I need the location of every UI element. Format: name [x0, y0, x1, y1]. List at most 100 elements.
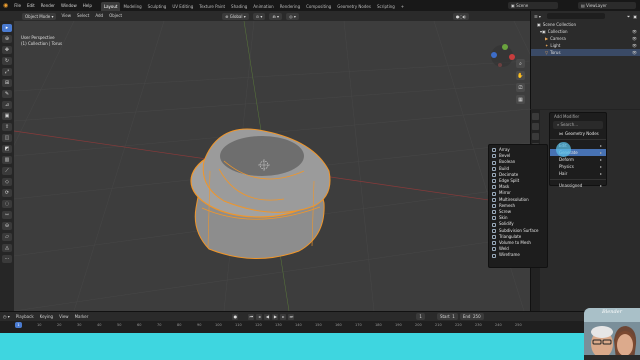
- start-frame-field[interactable]: Start 1: [436, 313, 458, 320]
- new-collection-icon[interactable]: ▣: [633, 14, 637, 19]
- camera-view-icon[interactable]: ⎚: [516, 83, 525, 92]
- timeline-editor-icon[interactable]: ◷ ▾: [3, 314, 10, 319]
- prev-keyframe-icon[interactable]: ◂: [256, 313, 263, 320]
- menu-add[interactable]: Add: [92, 11, 106, 21]
- jump-end-icon[interactable]: ⏭: [288, 313, 295, 320]
- loop-cut-tool-icon[interactable]: ▥: [2, 156, 12, 164]
- knife-tool-icon[interactable]: ⟋: [2, 167, 12, 175]
- tab-geometry-nodes[interactable]: Geometry Nodes: [334, 2, 374, 11]
- add-cube-tool-icon[interactable]: ▣: [2, 112, 12, 120]
- inset-tool-icon[interactable]: ◫: [2, 134, 12, 142]
- tab-animation[interactable]: Animation: [250, 2, 276, 11]
- menu-item-deform[interactable]: Deform ▸: [550, 156, 606, 163]
- visibility-eye-icon[interactable]: 👁: [632, 49, 637, 56]
- play-icon[interactable]: ▶: [272, 313, 279, 320]
- timeline-ruler[interactable]: 1 10 20 30 40 50 60 70 80 90 100 110 120…: [0, 321, 640, 333]
- tool-tab-icon[interactable]: [532, 113, 539, 120]
- 3d-viewport[interactable]: User Perspective (1) Collection | Torus …: [14, 21, 530, 311]
- menu-keying[interactable]: Keying: [37, 312, 56, 322]
- mode-selector[interactable]: Object Mode ▾: [22, 12, 57, 20]
- tab-shading[interactable]: Shading: [228, 2, 250, 11]
- pivot-selector[interactable]: ⊙ ▾: [252, 12, 266, 20]
- next-keyframe-icon[interactable]: ▸: [280, 313, 287, 320]
- outliner-item-camera[interactable]: ▶ Camera 👁: [531, 35, 640, 42]
- zoom-icon[interactable]: ⌕: [516, 59, 525, 68]
- menu-marker[interactable]: Marker: [72, 312, 92, 322]
- tab-layout[interactable]: Layout: [100, 1, 121, 11]
- transform-tool-icon[interactable]: ⊞: [2, 79, 12, 87]
- tab-modeling[interactable]: Modeling: [120, 2, 144, 11]
- jump-start-icon[interactable]: ⏮: [248, 313, 255, 320]
- scale-tool-icon[interactable]: ⤢: [2, 68, 12, 76]
- tab-compositing[interactable]: Compositing: [303, 2, 334, 11]
- menu-window[interactable]: Window: [58, 0, 80, 11]
- menu-edit[interactable]: Edit: [24, 0, 38, 11]
- menu-select[interactable]: Select: [74, 11, 92, 21]
- menu-item-unassigned[interactable]: Unassigned ▸: [550, 182, 606, 189]
- blender-logo-icon[interactable]: ◉: [3, 2, 8, 9]
- outliner-item-torus[interactable]: ▽ Torus 👁: [531, 49, 640, 56]
- shear-tool-icon[interactable]: ▱: [2, 233, 12, 241]
- transform-orientation[interactable]: ⊕ Global ▾: [222, 12, 249, 20]
- shrink-tool-icon[interactable]: ⊖: [2, 222, 12, 230]
- extrude-tool-icon[interactable]: ⇧: [2, 123, 12, 131]
- measure-tool-icon[interactable]: ⊿: [2, 101, 12, 109]
- select-box-tool-icon[interactable]: ▸: [2, 24, 12, 32]
- tab-uv-editing[interactable]: UV Editing: [169, 2, 196, 11]
- visibility-eye-icon[interactable]: 👁: [632, 35, 637, 42]
- tab-sculpting[interactable]: Sculpting: [145, 2, 170, 11]
- current-frame-field[interactable]: 1: [416, 313, 425, 320]
- extra-tool-icon[interactable]: ⋯: [2, 255, 12, 263]
- output-tab-icon[interactable]: [532, 133, 539, 140]
- record-icon[interactable]: ●: [232, 313, 239, 320]
- menu-render[interactable]: Render: [38, 0, 58, 11]
- menu-view[interactable]: View: [58, 11, 74, 21]
- annotate-tool-icon[interactable]: ✎: [2, 90, 12, 98]
- smooth-tool-icon[interactable]: ◌: [2, 200, 12, 208]
- rotate-tool-icon[interactable]: ↻: [2, 57, 12, 65]
- editor-type-icon[interactable]: ☰ ▾: [534, 14, 541, 19]
- menu-object[interactable]: Object: [106, 11, 125, 21]
- rip-tool-icon[interactable]: ◬: [2, 244, 12, 252]
- viewport-shading-solid[interactable]: ●○◐: [452, 12, 470, 20]
- snap-toggle[interactable]: ⋒ ▾: [269, 12, 283, 20]
- cursor-tool-icon[interactable]: ⊕: [2, 35, 12, 43]
- play-reverse-icon[interactable]: ◀: [264, 313, 271, 320]
- grid-projection-icon[interactable]: ▦: [516, 95, 525, 104]
- menu-item-hair[interactable]: Hair ▸: [550, 170, 606, 177]
- outliner-item-scene-collection[interactable]: ▣ Scene Collection: [531, 21, 640, 28]
- menu-playback[interactable]: Playback: [13, 312, 37, 322]
- poly-build-tool-icon[interactable]: ◇: [2, 178, 12, 186]
- menu-item-physics[interactable]: Physics ▸: [550, 163, 606, 170]
- current-frame-indicator[interactable]: 1: [15, 322, 22, 328]
- render-tab-icon[interactable]: [532, 123, 539, 130]
- menu-timeline-view[interactable]: View: [56, 312, 72, 322]
- torus-object[interactable]: [190, 128, 331, 259]
- edge-slide-tool-icon[interactable]: ⇿: [2, 211, 12, 219]
- visibility-eye-icon[interactable]: 👁: [632, 42, 637, 49]
- pan-hand-icon[interactable]: ✋: [516, 71, 525, 80]
- tab-scripting[interactable]: Scripting: [374, 2, 398, 11]
- outliner-item-light[interactable]: ✦ Light 👁: [531, 42, 640, 49]
- proportional-edit[interactable]: ◎ ▾: [286, 12, 299, 20]
- tab-texture-paint[interactable]: Texture Paint: [196, 2, 228, 11]
- menu-item-geometry-nodes[interactable]: ⋈ Geometry Nodes: [550, 130, 606, 137]
- filter-icon[interactable]: ⏷: [627, 14, 630, 19]
- menu-item-wireframe[interactable]: Wireframe: [489, 252, 547, 258]
- spin-tool-icon[interactable]: ⟳: [2, 189, 12, 197]
- move-tool-icon[interactable]: ✥: [2, 46, 12, 54]
- navigation-gizmo[interactable]: [491, 44, 515, 67]
- scene-selector[interactable]: ▣ Scene: [508, 2, 558, 9]
- menu-search-field[interactable]: ⌕ Search...: [553, 121, 603, 129]
- end-frame-field[interactable]: End 250: [459, 313, 484, 320]
- menu-file[interactable]: File: [11, 0, 24, 11]
- bevel-tool-icon[interactable]: ◩: [2, 145, 12, 153]
- outliner-search-field[interactable]: [546, 13, 605, 19]
- add-workspace-button[interactable]: +: [398, 2, 407, 11]
- menu-help[interactable]: Help: [80, 0, 95, 11]
- outliner-item-collection[interactable]: ▾▣ Collection 👁: [531, 28, 640, 35]
- viewport-canvas[interactable]: [14, 21, 530, 311]
- tab-rendering[interactable]: Rendering: [277, 2, 303, 11]
- view-layer-selector[interactable]: ▤ ViewLayer: [578, 2, 636, 9]
- visibility-eye-icon[interactable]: 👁: [632, 28, 637, 35]
